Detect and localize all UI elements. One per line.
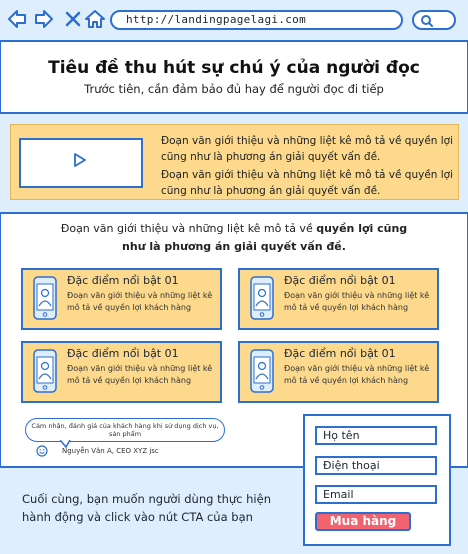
feature-description: Đoạn văn giới thiệu và những liệt kê mô … (284, 364, 430, 385)
feature-card: Đặc điểm nổi bật 01 Đoạn văn giới thiệu … (238, 341, 439, 403)
intro-box: Đoạn văn giới thiệu và những liệt kê mô … (10, 124, 459, 200)
name-field[interactable]: Họ tên (315, 426, 437, 445)
feature-card: Đặc điểm nổi bật 01 Đoạn văn giới thiệu … (21, 268, 222, 330)
close-icon[interactable] (62, 8, 84, 30)
back-arrow-icon[interactable] (6, 8, 28, 30)
feature-description: Đoạn văn giới thiệu và những liệt kê mô … (284, 291, 430, 312)
phone-field[interactable]: Điện thoại (315, 456, 437, 475)
forward-arrow-icon[interactable] (33, 8, 55, 30)
order-form: Họ tên Điện thoại Email Mua hàng (303, 414, 451, 546)
intro-paragraph: Đoạn văn giới thiệu và những liệt kê mô … (161, 135, 454, 163)
phone-user-icon (33, 349, 57, 393)
address-bar[interactable]: http://landingpagelagi.com (110, 10, 403, 30)
page-title: Tiêu đề thu hút sự chú ý của người đọc (48, 58, 420, 78)
page-subtitle: Trước tiên, cần đảm bảo đủ hay để người … (84, 82, 384, 96)
feature-title: Đặc điểm nổi bật 01 (284, 347, 396, 360)
feature-description: Đoạn văn giới thiệu và những liệt kê mô … (67, 364, 213, 385)
section-text: Đoạn văn giới thiệu và những liệt kê mô … (60, 222, 317, 235)
video-placeholder[interactable] (19, 138, 143, 188)
feature-card: Đặc điểm nổi bật 01 Đoạn văn giới thiệu … (238, 268, 439, 330)
email-field[interactable]: Email (315, 485, 437, 504)
intro-section: Đoạn văn giới thiệu và những liệt kê mô … (0, 112, 468, 214)
intro-paragraph: Đoạn văn giới thiệu và những liệt kê mô … (161, 169, 454, 197)
phone-user-icon (250, 276, 274, 320)
cta-description: Cuối cùng, bạn muốn người dùng thực hiện… (22, 492, 271, 524)
browser-toolbar: http://landingpagelagi.com (0, 0, 468, 42)
phone-user-icon (33, 276, 57, 320)
feature-title: Đặc điểm nổi bật 01 (284, 274, 396, 287)
feature-card: Đặc điểm nổi bật 01 Đoạn văn giới thiệu … (21, 341, 222, 403)
play-icon[interactable] (73, 153, 87, 167)
feature-description: Đoạn văn giới thiệu và những liệt kê mô … (67, 291, 213, 312)
feature-title: Đặc điểm nổi bật 01 (67, 347, 179, 360)
section-description: Đoạn văn giới thiệu và những liệt kê mô … (60, 220, 408, 256)
phone-user-icon (250, 349, 274, 393)
feature-title: Đặc điểm nổi bật 01 (67, 274, 179, 287)
testimonial-bubble: Cảm nhận, đánh giá của khách hàng khi sử… (25, 418, 225, 442)
search-icon (421, 15, 433, 27)
testimonial-author: Nguyễn Văn A, CEO XYZ jsc (62, 447, 159, 455)
buy-button[interactable]: Mua hàng (315, 512, 411, 531)
smiley-icon (36, 445, 48, 457)
browser-search-box[interactable] (412, 10, 456, 30)
home-icon[interactable] (84, 8, 106, 30)
